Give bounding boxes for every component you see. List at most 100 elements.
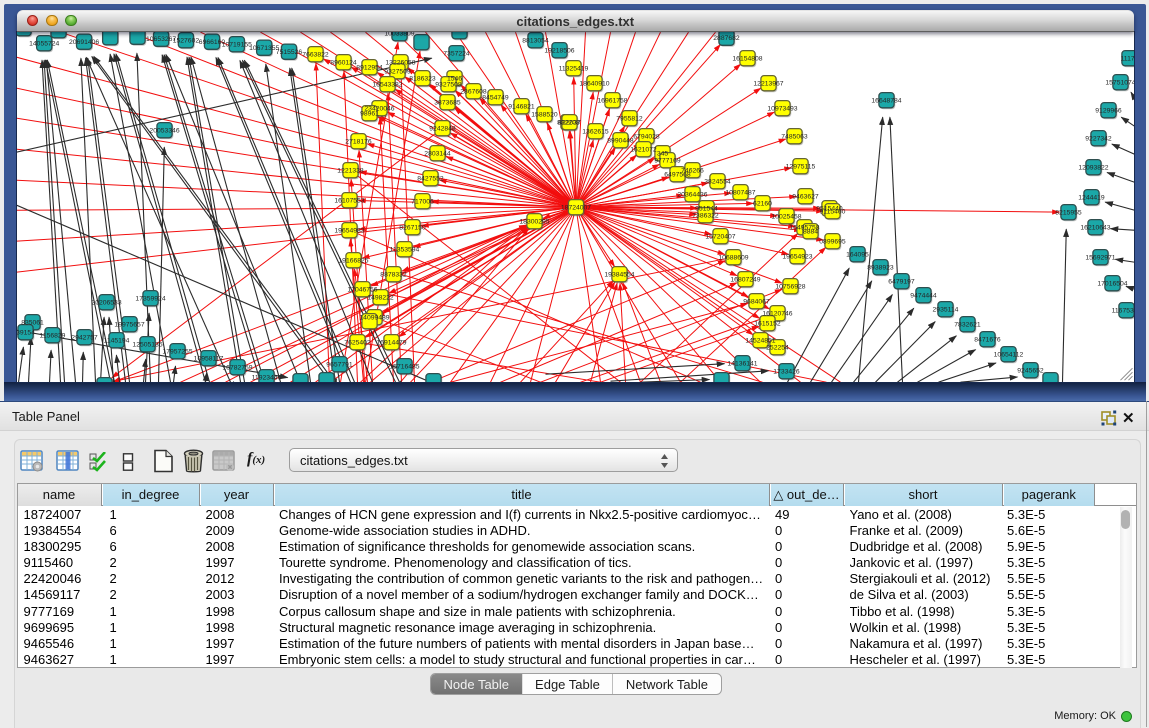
svg-text:16543382: 16543382 bbox=[372, 81, 402, 88]
svg-text:10807487: 10807487 bbox=[725, 189, 755, 196]
svg-text:9657791: 9657791 bbox=[326, 361, 353, 368]
svg-text:9242848: 9242848 bbox=[429, 125, 456, 132]
svg-text:7955812: 7955812 bbox=[616, 115, 643, 122]
svg-text:1615152: 1615152 bbox=[754, 320, 781, 327]
svg-text:1362615: 1362615 bbox=[582, 128, 609, 135]
svg-text:8878332: 8878332 bbox=[380, 271, 407, 278]
svg-text:9227342: 9227342 bbox=[1085, 135, 1112, 142]
svg-text:822037: 822037 bbox=[558, 119, 581, 126]
svg-text:10025458: 10025458 bbox=[771, 213, 801, 220]
svg-text:2942757: 2942757 bbox=[71, 334, 98, 341]
svg-text:10958117: 10958117 bbox=[193, 355, 223, 362]
svg-text:8884: 8884 bbox=[802, 228, 817, 235]
svg-text:10756928: 10756928 bbox=[775, 283, 805, 290]
svg-text:62160: 62160 bbox=[753, 200, 772, 207]
svg-text:2887682: 2887682 bbox=[713, 35, 740, 42]
svg-text:20691406: 20691406 bbox=[69, 39, 99, 46]
svg-text:1498222: 1498222 bbox=[367, 294, 394, 301]
svg-text:717006: 717006 bbox=[411, 198, 434, 205]
svg-text:19975657: 19975657 bbox=[114, 321, 144, 328]
svg-text:7386322: 7386322 bbox=[692, 212, 719, 219]
svg-text:9146821: 9146821 bbox=[508, 103, 535, 110]
svg-text:11923446: 11923446 bbox=[251, 374, 281, 381]
svg-text:19654983: 19654983 bbox=[334, 227, 364, 234]
svg-text:9327508: 9327508 bbox=[435, 81, 462, 88]
svg-text:15751074: 15751074 bbox=[1105, 79, 1134, 86]
svg-text:345: 345 bbox=[656, 150, 668, 157]
svg-text:17046756: 17046756 bbox=[347, 286, 377, 293]
svg-text:9115460: 9115460 bbox=[819, 208, 845, 215]
svg-text:16782759: 16782759 bbox=[222, 364, 252, 371]
svg-text:17016504: 17016504 bbox=[1097, 280, 1127, 287]
svg-text:1733426: 1733426 bbox=[773, 368, 800, 375]
svg-text:2803144: 2803144 bbox=[424, 150, 451, 157]
svg-text:19384554: 19384554 bbox=[604, 271, 634, 278]
svg-text:8938923: 8938923 bbox=[867, 264, 894, 271]
svg-text:10033809: 10033809 bbox=[384, 32, 414, 38]
svg-text:7515526: 7515526 bbox=[275, 49, 302, 56]
svg-text:16807249: 16807249 bbox=[730, 276, 760, 283]
svg-text:0899695: 0899695 bbox=[819, 238, 846, 245]
svg-text:1156829: 1156829 bbox=[39, 332, 65, 339]
svg-text:8267150: 8267150 bbox=[399, 224, 426, 231]
svg-text:951544: 951544 bbox=[695, 205, 718, 212]
svg-text:18640910: 18640910 bbox=[579, 80, 609, 87]
svg-text:20053346: 20053346 bbox=[149, 127, 179, 134]
svg-text:9474444: 9474444 bbox=[910, 292, 937, 299]
svg-text:2718176: 2718176 bbox=[345, 138, 372, 145]
svg-text:14099489: 14099489 bbox=[359, 314, 389, 321]
svg-text:16154808: 16154808 bbox=[732, 55, 762, 62]
svg-text:11675334: 11675334 bbox=[1111, 307, 1134, 314]
svg-text:16210643: 16210643 bbox=[1080, 224, 1110, 231]
svg-text:8912954: 8912954 bbox=[356, 64, 383, 71]
svg-text:20206533: 20206533 bbox=[91, 299, 121, 306]
svg-text:17359924: 17359924 bbox=[135, 295, 165, 302]
svg-text:9245652: 9245652 bbox=[1017, 367, 1044, 374]
svg-text:1244419: 1244419 bbox=[1078, 194, 1105, 201]
svg-text:8427552: 8427552 bbox=[417, 175, 444, 182]
svg-text:9327509: 9327509 bbox=[384, 68, 411, 75]
svg-text:3824554: 3824554 bbox=[704, 178, 731, 185]
svg-text:98961: 98961 bbox=[360, 110, 379, 117]
svg-text:15720407: 15720407 bbox=[705, 233, 735, 240]
svg-text:12213967: 12213967 bbox=[753, 80, 783, 87]
svg-text:10654112: 10654112 bbox=[993, 351, 1023, 358]
svg-text:19218506: 19218506 bbox=[544, 47, 574, 54]
svg-text:7625402: 7625402 bbox=[344, 339, 371, 346]
svg-text:1588520: 1588520 bbox=[531, 111, 558, 118]
svg-text:12505135: 12505135 bbox=[132, 341, 162, 348]
svg-text:1527602: 1527602 bbox=[172, 37, 199, 44]
svg-text:14136141: 14136141 bbox=[727, 360, 757, 367]
svg-text:1221338: 1221338 bbox=[337, 167, 364, 174]
svg-text:8813054: 8813054 bbox=[522, 37, 549, 44]
svg-text:11175: 11175 bbox=[1120, 55, 1134, 62]
svg-text:16961758: 16961758 bbox=[597, 97, 627, 104]
svg-text:252254: 252254 bbox=[766, 344, 789, 351]
svg-text:1621072: 1621072 bbox=[630, 146, 657, 153]
svg-text:16120746: 16120746 bbox=[762, 310, 792, 317]
svg-text:835061: 835061 bbox=[21, 319, 44, 326]
svg-text:39154: 39154 bbox=[17, 329, 35, 336]
svg-text:9777169: 9777169 bbox=[654, 157, 681, 164]
svg-text:7485063: 7485063 bbox=[781, 133, 808, 140]
svg-text:19166825: 19166825 bbox=[338, 257, 368, 264]
svg-text:14524851: 14524851 bbox=[745, 337, 775, 344]
svg-text:13226058: 13226058 bbox=[385, 59, 415, 66]
svg-text:15716485: 15716485 bbox=[389, 363, 419, 370]
svg-text:18300295: 18300295 bbox=[519, 218, 549, 225]
svg-text:6479197: 6479197 bbox=[888, 278, 915, 285]
svg-text:1145194: 1145194 bbox=[103, 337, 129, 344]
svg-text:8454749: 8454749 bbox=[482, 94, 509, 101]
svg-text:6497568: 6497568 bbox=[664, 171, 691, 178]
svg-text:7832621: 7832621 bbox=[954, 321, 981, 328]
svg-text:9129966: 9129966 bbox=[1095, 107, 1122, 114]
svg-text:16648784: 16648784 bbox=[871, 97, 901, 104]
svg-text:20364436: 20364436 bbox=[677, 191, 707, 198]
svg-text:16107553: 16107553 bbox=[334, 197, 364, 204]
svg-text:7663822: 7663822 bbox=[302, 51, 329, 58]
svg-text:8960124: 8960124 bbox=[330, 59, 357, 66]
svg-text:2935114: 2935114 bbox=[932, 306, 958, 313]
svg-text:15692971: 15692971 bbox=[1085, 254, 1115, 261]
svg-text:8186323: 8186323 bbox=[409, 75, 436, 82]
svg-text:3873685: 3873685 bbox=[434, 99, 461, 106]
